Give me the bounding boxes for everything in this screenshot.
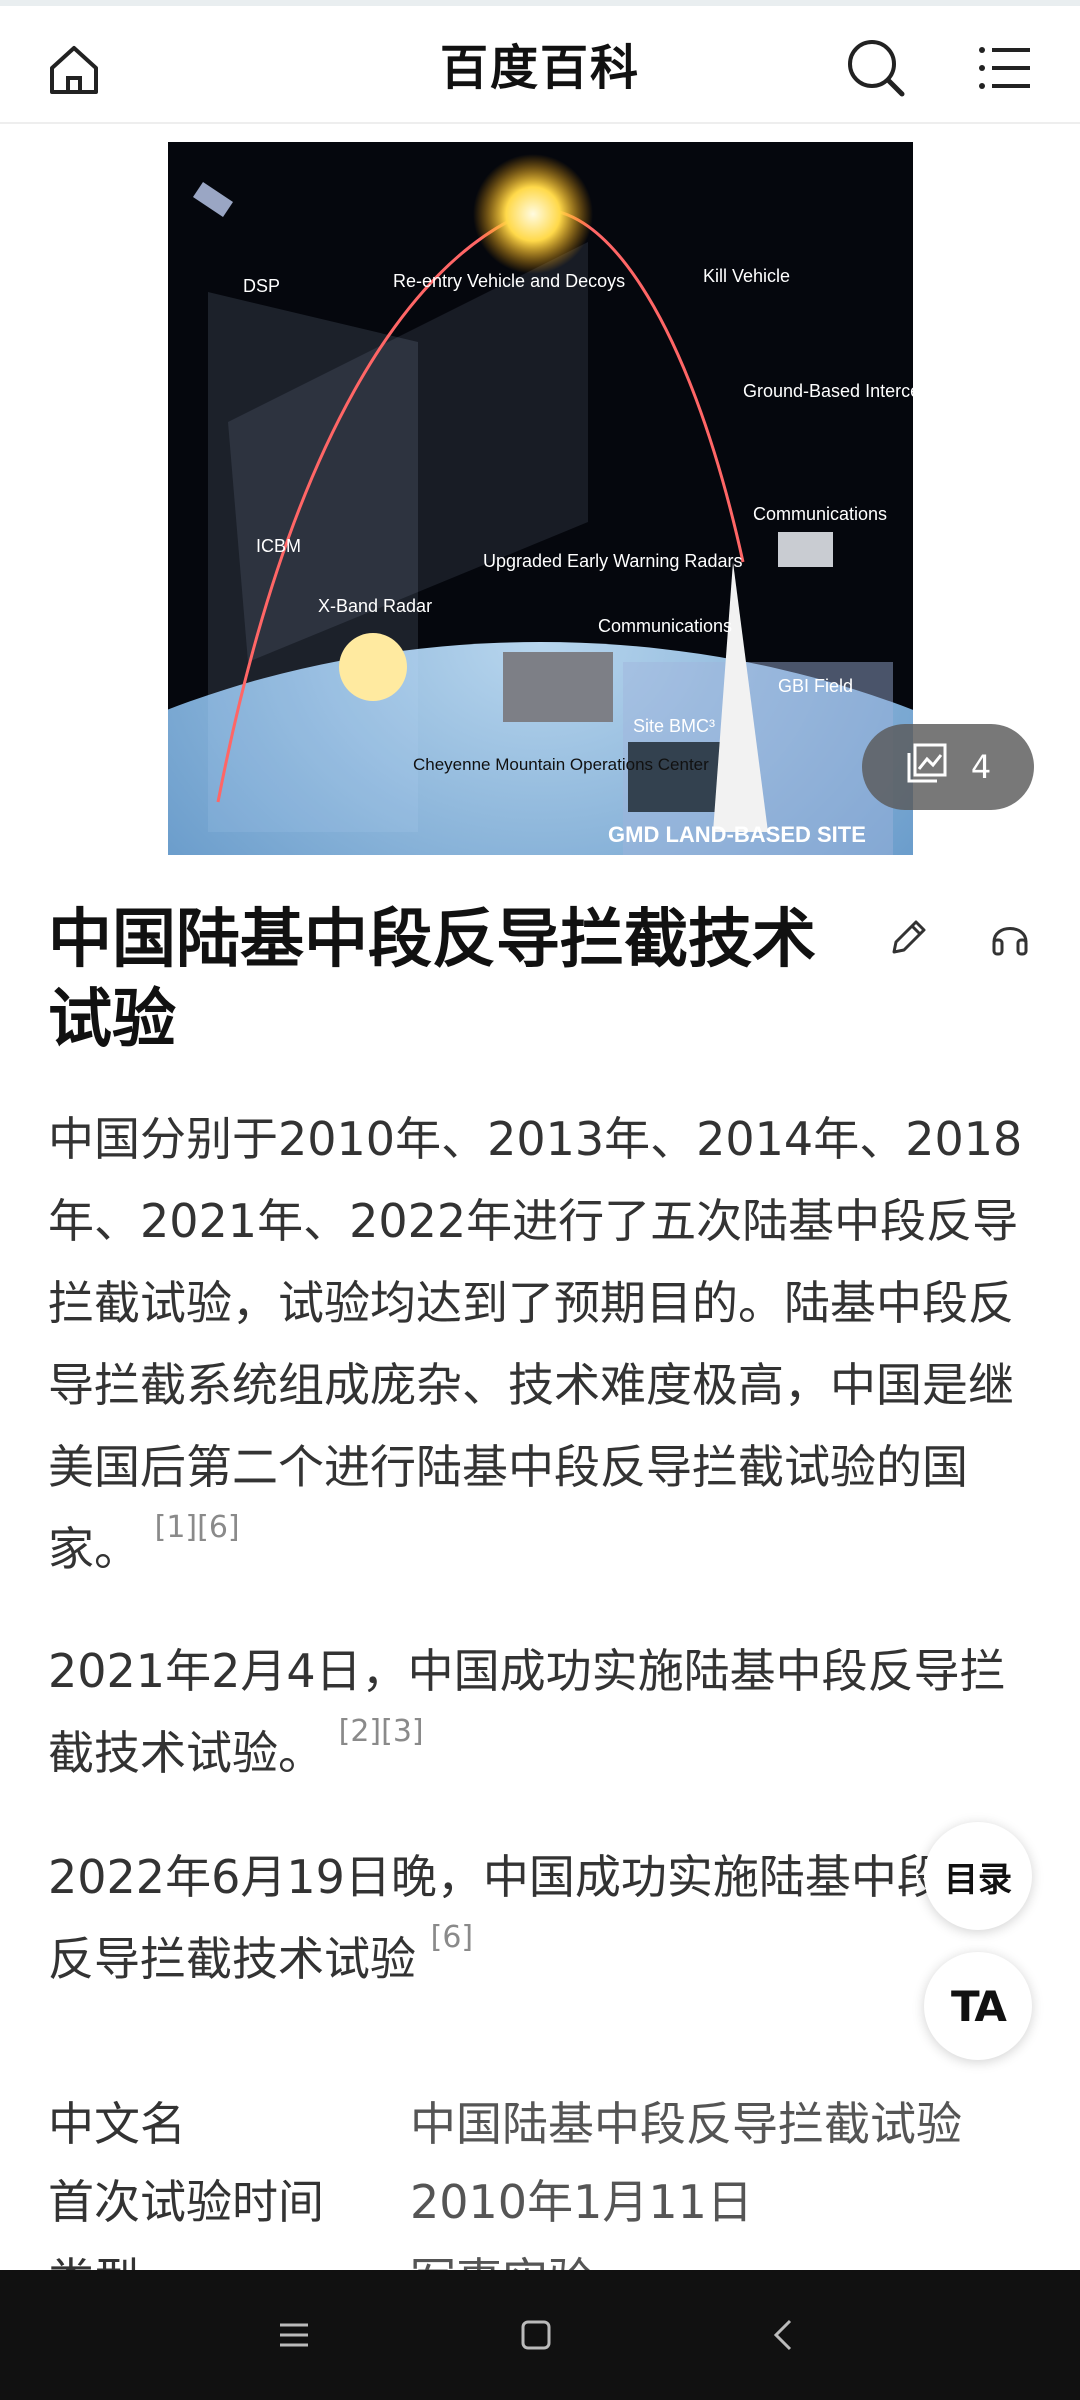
info-key: 中文名: [48, 2097, 186, 2151]
label-radars: Upgraded Early Warning Radars: [483, 551, 742, 571]
headphones-icon[interactable]: [974, 902, 1046, 974]
recent-apps-icon[interactable]: [254, 2295, 334, 2375]
system-nav-bar: [0, 2270, 1080, 2400]
label-kill-vehicle: Kill Vehicle: [703, 266, 790, 286]
info-value: 中国陆基中段反导拦截试验: [410, 2097, 962, 2151]
reference-link[interactable]: [2][3]: [339, 1714, 424, 1749]
edit-icon[interactable]: [872, 902, 944, 974]
reference-link[interactable]: [1][6]: [155, 1510, 240, 1545]
ta-button[interactable]: TA: [924, 1952, 1032, 2060]
menu-icon[interactable]: [966, 28, 1046, 108]
info-value: 2010年1月11日: [410, 2175, 753, 2229]
label-site-bmc: Site BMC³: [633, 716, 715, 736]
label-site: GMD LAND-BASED SITE: [608, 822, 866, 847]
page-title: 百度百科: [439, 40, 640, 96]
label-xband: X-Band Radar: [318, 596, 432, 616]
label-communications-1: Communications: [753, 504, 887, 524]
label-gbi: Ground-Based Interceptor: [743, 381, 913, 401]
info-row: 中文名 中国陆基中段反导拦截试验: [48, 2088, 1048, 2166]
label-icbm: ICBM: [256, 536, 301, 556]
info-row: 首次试验时间 2010年1月11日: [48, 2166, 1048, 2244]
paragraph-text: 2022年6月19日晚，中国成功实施陆基中段反导拦截技术试验: [48, 1850, 943, 1986]
top-header: 百度百科: [0, 6, 1080, 124]
label-gbi-field: GBI Field: [778, 676, 853, 696]
label-reentry: Re-entry Vehicle and Decoys: [393, 271, 625, 291]
paragraph-text: 中国分别于2010年、2013年、2014年、2018年、2021年、2022年…: [48, 1112, 1023, 1576]
label-communications-2: Communications: [598, 616, 732, 636]
article-paragraph: 中国分别于2010年、2013年、2014年、2018年、2021年、2022年…: [48, 1098, 1038, 1590]
back-icon[interactable]: [744, 2295, 824, 2375]
article-title: 中国陆基中段反导拦截技术试验: [48, 903, 816, 1057]
gallery-icon: [905, 741, 949, 793]
info-key: 首次试验时间: [48, 2175, 324, 2229]
hero-image[interactable]: DSP Re-entry Vehicle and Decoys Kill Veh…: [168, 142, 913, 855]
home-square-icon[interactable]: [496, 2295, 576, 2375]
label-dsp: DSP: [243, 276, 280, 296]
gallery-count: 4: [970, 748, 992, 786]
article-paragraph: 2022年6月19日晚，中国成功实施陆基中段反导拦截技术试验 [6]: [48, 1836, 978, 2000]
label-cheyenne: Cheyenne Mountain Operations Center: [413, 755, 709, 774]
article-paragraph: 2021年2月4日，中国成功实施陆基中段反导拦截技术试验。 [2][3]: [48, 1630, 1038, 1794]
paragraph-text: 2021年2月4日，中国成功实施陆基中段反导拦截技术试验。: [48, 1644, 1006, 1780]
gallery-badge[interactable]: 4: [862, 724, 1034, 810]
reference-link[interactable]: [6]: [431, 1920, 474, 1955]
toc-button[interactable]: 目录: [924, 1822, 1032, 1930]
search-icon[interactable]: [836, 28, 916, 108]
